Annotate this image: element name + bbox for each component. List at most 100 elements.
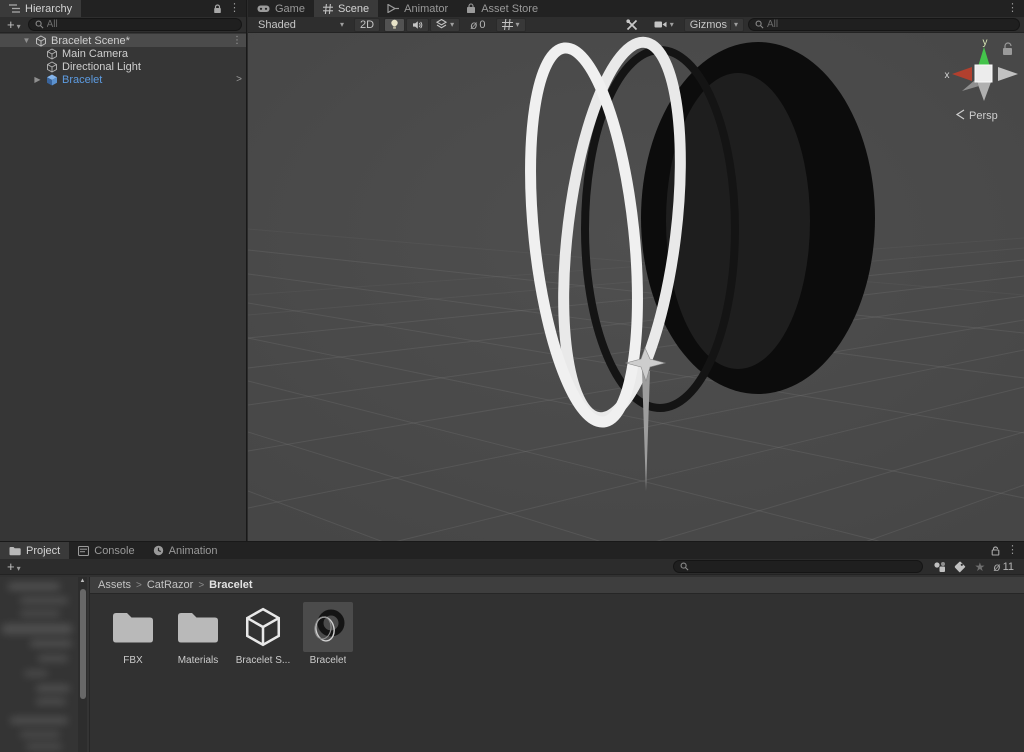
hierarchy-item-label: Bracelet <box>62 73 103 86</box>
hierarchy-row-bracelet[interactable]: ▶ Bracelet > <box>0 73 246 86</box>
tab-label: Asset Store <box>481 2 539 15</box>
project-search-input[interactable] <box>692 561 917 572</box>
tab-animation[interactable]: Animation <box>144 542 227 559</box>
project-tree-scrollbar[interactable]: ▲ <box>78 577 87 752</box>
scene-grid-dropdown[interactable]: ▾ <box>495 17 526 32</box>
hierarchy-create-button[interactable]: + ▾ <box>4 16 24 32</box>
2d-label: 2D <box>360 18 375 31</box>
light-gizmo-icon <box>46 60 58 73</box>
breadcrumb-separator-icon: > <box>136 579 142 591</box>
scene-effects-dropdown[interactable]: ▾ <box>430 17 461 32</box>
tab-asset-store[interactable]: Asset Store <box>457 0 547 17</box>
customize-tools-button[interactable] <box>619 17 644 32</box>
lightbulb-icon <box>390 19 399 30</box>
plus-icon: + <box>7 16 15 32</box>
hierarchy-panel: Hierarchy ⋮ + ▾ ▼ <box>0 0 247 541</box>
eye-off-icon: ø <box>993 559 1001 574</box>
bracelet-thumbnail <box>307 606 349 648</box>
unity-scene-icon <box>35 34 47 47</box>
scene-search[interactable] <box>748 18 1020 31</box>
asset-model-bracelet[interactable]: Bracelet <box>299 602 357 666</box>
asset-folder-materials[interactable]: Materials <box>169 602 227 666</box>
asset-label: Bracelet <box>309 655 347 666</box>
scene-menu-icon[interactable]: ⋮ <box>1007 3 1018 14</box>
asset-label: FBX <box>123 655 143 666</box>
gamepad-icon <box>257 4 270 13</box>
grid-toggle-icon <box>501 19 513 30</box>
scrollbar-thumb[interactable] <box>79 589 86 699</box>
project-search[interactable] <box>673 560 924 573</box>
expand-closed-icon[interactable]: ▶ <box>33 75 42 84</box>
lock-icon[interactable] <box>213 3 222 14</box>
toggle-2d-button[interactable]: 2D <box>354 17 381 32</box>
scene-hidden-count: 0 <box>479 18 486 31</box>
shading-mode-label: Shaded <box>258 18 296 31</box>
chevron-down-icon: ▾ <box>450 20 455 29</box>
filter-by-type-icon[interactable] <box>933 561 946 573</box>
hierarchy-row-main-camera[interactable]: Main Camera <box>0 47 246 60</box>
chevron-down-icon: ▾ <box>16 21 21 31</box>
project-create-button[interactable]: + ▾ <box>4 560 24 573</box>
scene-camera-dropdown[interactable]: ▾ <box>647 17 680 32</box>
hierarchy-row-scene[interactable]: ▼ Bracelet Scene* ⋮ <box>0 34 246 47</box>
scene-grid-icon <box>322 3 333 14</box>
breadcrumb-catrazor[interactable]: CatRazor <box>147 579 193 591</box>
breadcrumb-assets[interactable]: Assets <box>98 579 131 591</box>
scene-audio-button[interactable] <box>406 17 430 32</box>
folder-icon <box>178 613 218 643</box>
clock-icon <box>153 545 164 556</box>
tab-label: Game <box>275 2 305 15</box>
asset-label: Materials <box>177 655 219 666</box>
shopping-bag-icon <box>466 3 476 14</box>
project-menu-icon[interactable]: ⋮ <box>1007 545 1018 556</box>
breadcrumb-bracelet[interactable]: Bracelet <box>209 579 252 591</box>
tab-hierarchy[interactable]: Hierarchy <box>0 0 82 17</box>
tab-label: Animation <box>168 544 218 557</box>
wrench-icon <box>626 18 638 31</box>
scene-viewport[interactable]: y x Persp <box>248 33 1024 541</box>
tab-scene[interactable]: Scene <box>313 0 379 17</box>
breadcrumb: Assets > CatRazor > Bracelet <box>90 577 1024 594</box>
gizmos-dropdown[interactable]: Gizmos ▾ <box>683 17 744 32</box>
tab-label: Console <box>94 544 135 557</box>
gizmo-center-cube[interactable] <box>974 64 993 83</box>
hierarchy-menu-icon[interactable]: ⋮ <box>229 3 240 14</box>
tab-game[interactable]: Game <box>248 0 314 17</box>
hierarchy-tab-label: Hierarchy <box>25 2 73 15</box>
hierarchy-tabstrip: Hierarchy ⋮ <box>0 0 246 17</box>
hierarchy-search-input[interactable] <box>46 19 235 30</box>
unity-scene-asset-icon <box>245 607 281 647</box>
tab-project[interactable]: Project <box>0 542 70 559</box>
row-options-icon[interactable]: ⋮ <box>232 35 242 46</box>
scene-search-input[interactable] <box>767 19 1013 30</box>
scene-hidden-objects-button[interactable]: ø0 <box>464 17 492 32</box>
expand-open-icon[interactable]: ▼ <box>22 36 31 45</box>
speaker-icon <box>412 20 423 30</box>
scene-tabstrip: Game Scene Animator Asset Store ⋮ <box>248 0 1024 17</box>
project-panel: Project Console Animation ⋮ + ▾ ★ ø 11 ▲… <box>0 541 1024 752</box>
scene-lighting-button[interactable] <box>384 17 406 32</box>
project-hidden-toggle[interactable]: ø 11 <box>993 560 1014 574</box>
hierarchy-icon <box>9 4 20 13</box>
tab-console[interactable]: Console <box>69 542 143 559</box>
asset-scene-bracelet-scene[interactable]: Bracelet S... <box>234 602 292 666</box>
hierarchy-item-label: Directional Light <box>62 60 141 73</box>
chevron-down-icon: ▾ <box>669 20 674 29</box>
prefab-open-chevron-icon[interactable]: > <box>236 74 242 85</box>
animator-icon <box>387 4 400 13</box>
hierarchy-item-label: Main Camera <box>62 47 129 60</box>
chevron-down-icon: ▾ <box>515 20 520 29</box>
tab-animator[interactable]: Animator <box>378 0 457 17</box>
folder-icon <box>9 546 21 556</box>
camera-gizmo-icon <box>46 47 58 60</box>
hierarchy-row-directional-light[interactable]: Directional Light <box>0 60 246 73</box>
asset-folder-fbx[interactable]: FBX <box>104 602 162 666</box>
scrollbar-up-icon[interactable]: ▲ <box>79 578 86 584</box>
favorites-star-icon[interactable]: ★ <box>974 560 985 574</box>
hierarchy-search[interactable] <box>27 18 242 31</box>
scene-toolbar: Shaded ▾ 2D ▾ ø 0 ▾ ▾ Gizmos ▾ All <box>248 17 1024 33</box>
filter-by-label-icon[interactable] <box>954 561 966 573</box>
chevron-down-icon: ▾ <box>16 563 21 573</box>
unlock-icon[interactable] <box>991 545 1000 556</box>
shading-mode-dropdown[interactable]: Shaded ▾ <box>252 17 350 32</box>
